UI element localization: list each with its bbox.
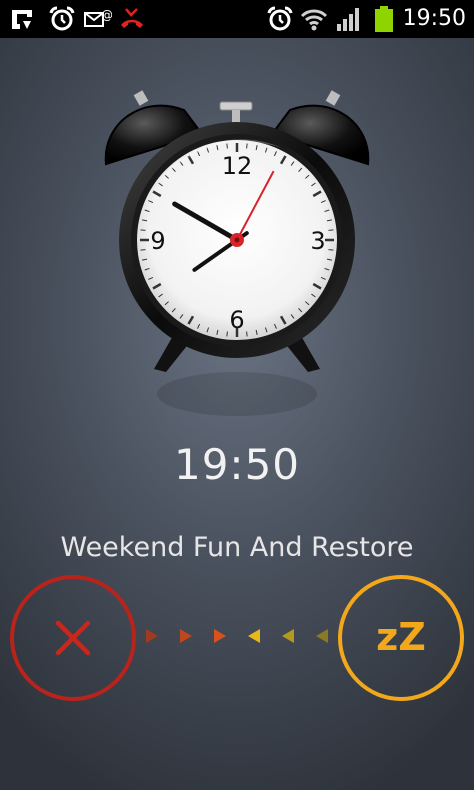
arrow-right-icon: [180, 629, 192, 643]
snooze-button[interactable]: zZ: [338, 575, 464, 701]
status-bar: @ 19:50: [0, 0, 474, 38]
numeral-3: 3: [310, 227, 325, 255]
close-x-icon: [55, 620, 91, 656]
clock-tick: [328, 229, 334, 231]
status-bar-time: 19:50: [402, 6, 466, 31]
alarm-clock-illustration: 12 3 6 9: [104, 90, 370, 416]
alarm-clock-icon: [49, 6, 75, 31]
alarm-clock-icon: [267, 6, 293, 31]
alarm-time: 19:50: [173, 440, 301, 489]
mail-icon: @: [84, 8, 112, 27]
svg-text:@: @: [101, 8, 112, 22]
clock-tick: [226, 331, 228, 337]
numeral-6: 6: [229, 306, 244, 334]
clock-tick: [140, 229, 146, 231]
arrow-left-icon: [248, 629, 260, 643]
clock-tick: [246, 331, 248, 337]
dismiss-button[interactable]: [10, 575, 136, 701]
snooze-label: zZ: [376, 615, 426, 659]
slide-hint-arrows: [146, 629, 328, 643]
arrow-right-icon: [214, 629, 226, 643]
alarm-label: Weekend Fun And Restore: [60, 532, 414, 563]
arrow-right-icon: [146, 629, 158, 643]
notification-app-icon: [12, 10, 32, 29]
clock-tick: [140, 249, 146, 251]
numeral-9: 9: [150, 227, 165, 255]
clock-tick: [246, 143, 248, 149]
clock-tick: [328, 249, 334, 251]
battery-icon: [375, 6, 393, 32]
arrow-left-icon: [316, 629, 328, 643]
signal-icon: [337, 8, 359, 31]
arrow-left-icon: [282, 629, 294, 643]
clock-tick: [226, 143, 228, 149]
wifi-icon: [300, 9, 328, 31]
missed-call-icon: [121, 8, 143, 28]
numeral-12: 12: [222, 152, 253, 180]
